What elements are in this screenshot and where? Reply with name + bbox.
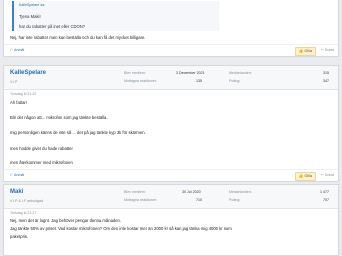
quote-author[interactable]: KalleSpelare sa: bbox=[19, 3, 45, 7]
like-button[interactable]: 👍 Gilla bbox=[294, 46, 316, 56]
quote-block: KalleSpelare sa: Tjena Maki! har du raba… bbox=[12, 1, 219, 31]
post-footer: ⚐ Anmäl 👍 Gilla ↩ Svara bbox=[4, 44, 338, 56]
reply-icon: ↩ bbox=[320, 48, 324, 52]
flag-icon: ⚐ bbox=[10, 48, 14, 52]
post-date[interactable]: Torsdag kl 21:27 bbox=[10, 211, 36, 215]
reactions-value: 135 bbox=[196, 79, 202, 83]
points-label: Poäng: bbox=[229, 79, 241, 83]
reply-icon: ↩ bbox=[320, 173, 324, 177]
quote-line: har du rabatter på inet eller CDON? bbox=[19, 24, 86, 29]
user-role: V.I.P bbox=[10, 80, 18, 84]
like-button[interactable]: 👍 Gilla bbox=[294, 171, 316, 181]
post-date[interactable]: Torsdag kl 21:22 bbox=[10, 92, 36, 96]
joined-value: 3 December 2021 bbox=[176, 71, 205, 75]
thumbs-up-icon: 👍 bbox=[298, 48, 304, 53]
reply-link[interactable]: ↩ Svara bbox=[321, 48, 334, 52]
report-link[interactable]: ⚐ Anmäl bbox=[10, 48, 24, 52]
post-text-line: mig personligen känns de inte så ... det… bbox=[10, 130, 146, 135]
joined-label: Blev medlem: bbox=[124, 190, 146, 194]
quote-line: Tjena Maki! bbox=[19, 14, 41, 19]
post-footer: ⚐ Anmäl 👍 Gilla ↩ Svara bbox=[4, 169, 338, 181]
reactions-label: Mottagna reaktioner: bbox=[124, 79, 157, 83]
post-maki: Maki V.I.P & LF anbudgad Blev medlem: 30… bbox=[3, 184, 339, 256]
points-value: 347 bbox=[323, 79, 329, 83]
reactions-value: 710 bbox=[196, 198, 202, 202]
posts-value: 315 bbox=[323, 71, 329, 75]
user-role: V.I.P & LF anbudgad bbox=[10, 199, 43, 203]
post-text-line: Jag tänkte 50% av priset. Vad kostar mik… bbox=[10, 226, 232, 231]
username[interactable]: KalleSpelare bbox=[10, 70, 46, 76]
posts-label: Meddelanden: bbox=[229, 190, 252, 194]
post-header: Maki V.I.P & LF anbudgad Blev medlem: 30… bbox=[4, 185, 338, 209]
post-maki-reply: KalleSpelare sa: Tjena Maki! har du raba… bbox=[3, 0, 339, 57]
post-text-line: men hodde givet du hade rabatter bbox=[10, 146, 73, 151]
thumbs-up-icon: 👍 bbox=[298, 173, 304, 178]
post-text-line: Blir det någon att... mikrofon som jag t… bbox=[10, 115, 108, 120]
joined-value: 30 Jul 2020 bbox=[182, 190, 201, 194]
username[interactable]: Maki bbox=[10, 189, 23, 195]
post-text-line: Nej, men det är lugnt. Jag behöver penga… bbox=[10, 218, 122, 223]
post-text-line: men återkommer med mikrofonen bbox=[10, 160, 73, 165]
report-link[interactable]: ⚐ Anmäl bbox=[10, 173, 24, 177]
flag-icon: ⚐ bbox=[10, 173, 14, 177]
post-text-line: paketpris. bbox=[10, 234, 29, 239]
reply-link[interactable]: ↩ Svara bbox=[321, 173, 334, 177]
post-body: Nej, har inte rabatter men kan beställa … bbox=[10, 35, 146, 40]
post-kallespelare: KalleSpelare V.I.P Blev medlem: 3 Decemb… bbox=[3, 65, 339, 182]
posts-value: 1 477 bbox=[320, 190, 329, 194]
points-label: Poäng: bbox=[229, 198, 241, 202]
post-header: KalleSpelare V.I.P Blev medlem: 3 Decemb… bbox=[4, 66, 338, 90]
joined-label: Blev medlem: bbox=[124, 71, 146, 75]
reactions-label: Mottagna reaktioner: bbox=[124, 198, 157, 202]
points-value: 707 bbox=[323, 198, 329, 202]
posts-label: Meddelanden: bbox=[229, 71, 252, 75]
post-text-line: Ah fattar! bbox=[10, 100, 27, 105]
